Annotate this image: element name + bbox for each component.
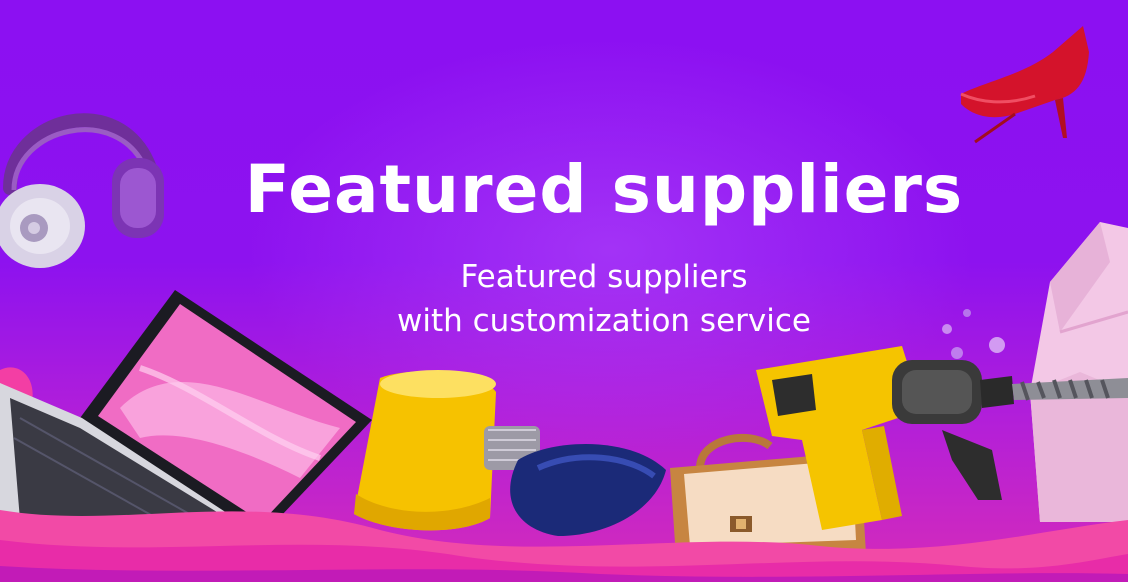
decorative-wave-bottom [0, 510, 1128, 582]
high-heel-icon [960, 26, 1089, 144]
featured-suppliers-banner[interactable]: Featured suppliers Featured suppliers wi… [0, 0, 1128, 582]
page-title: Featured suppliers [244, 151, 964, 228]
